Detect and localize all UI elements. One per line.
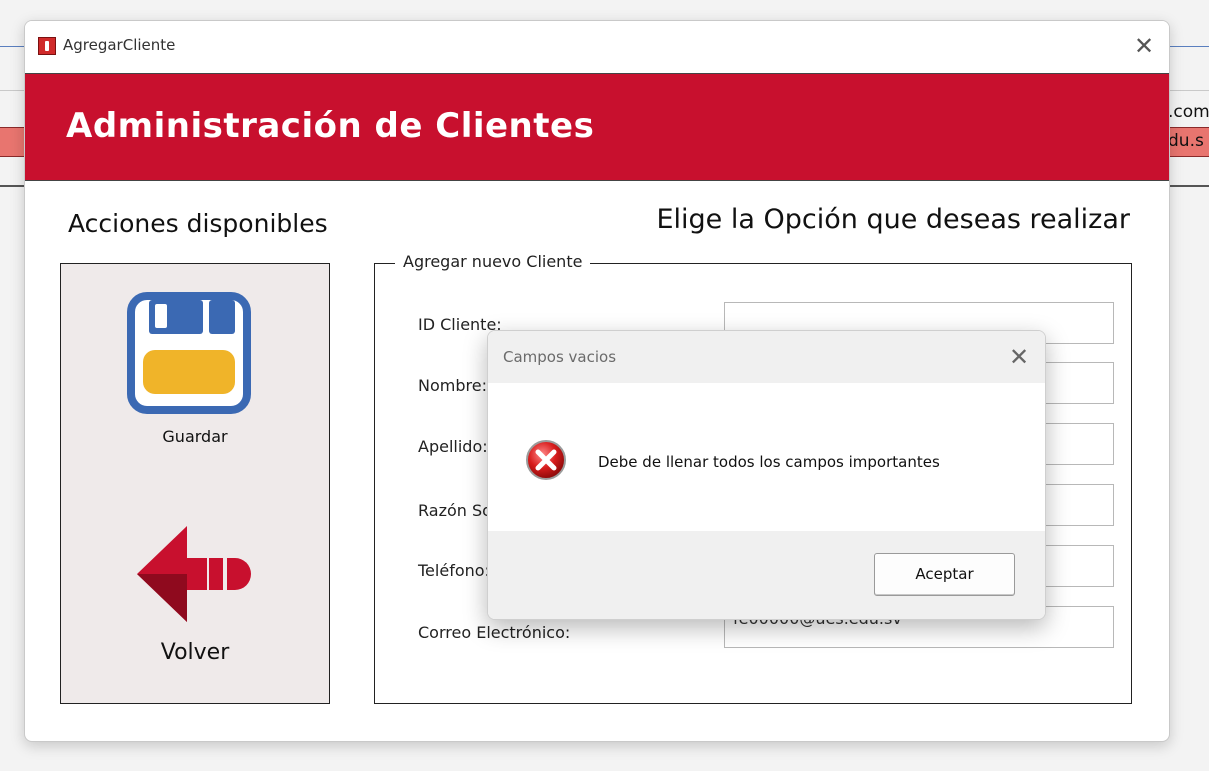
back-button-label[interactable]: Volver xyxy=(61,640,329,665)
nombre-label: Nombre: xyxy=(418,376,487,395)
save-button-label[interactable]: Guardar xyxy=(61,427,329,446)
telefono-label: Teléfono: xyxy=(418,561,490,580)
error-dialog: Campos vacios ✕ Debe de llenar todos los… xyxy=(487,330,1046,620)
dialog-footer: Aceptar xyxy=(488,531,1045,619)
actions-heading: Acciones disponibles xyxy=(68,209,328,238)
window-title: AgregarCliente xyxy=(63,36,176,54)
dialog-body: Debe de llenar todos los campos importan… xyxy=(488,383,1045,531)
background-text: du.s xyxy=(1168,131,1204,151)
window-close-button[interactable]: ✕ xyxy=(1127,29,1161,63)
dialog-message: Debe de llenar todos los campos importan… xyxy=(598,453,940,471)
window-titlebar[interactable]: AgregarCliente ✕ xyxy=(25,21,1169,73)
apellido-label: Apellido: xyxy=(418,437,488,456)
floppy-disk-icon[interactable] xyxy=(127,292,251,414)
arrow-left-icon[interactable] xyxy=(135,522,259,626)
app-icon xyxy=(38,37,56,55)
correo-label: Correo Electrónico: xyxy=(418,623,571,642)
dialog-titlebar[interactable]: Campos vacios ✕ xyxy=(488,331,1045,383)
dialog-title: Campos vacios xyxy=(503,348,617,366)
groupbox-title: Agregar nuevo Cliente xyxy=(395,252,591,271)
header-banner: Administración de Clientes xyxy=(25,73,1169,181)
options-heading: Elige la Opción que deseas realizar xyxy=(656,204,1130,235)
error-icon xyxy=(526,440,566,480)
dialog-close-button[interactable]: ✕ xyxy=(1003,339,1035,375)
background-text: .com xyxy=(1168,102,1209,122)
accept-button[interactable]: Aceptar xyxy=(874,553,1015,596)
actions-panel: Guardar Volver xyxy=(60,263,330,704)
page-title: Administración de Clientes xyxy=(66,106,595,146)
